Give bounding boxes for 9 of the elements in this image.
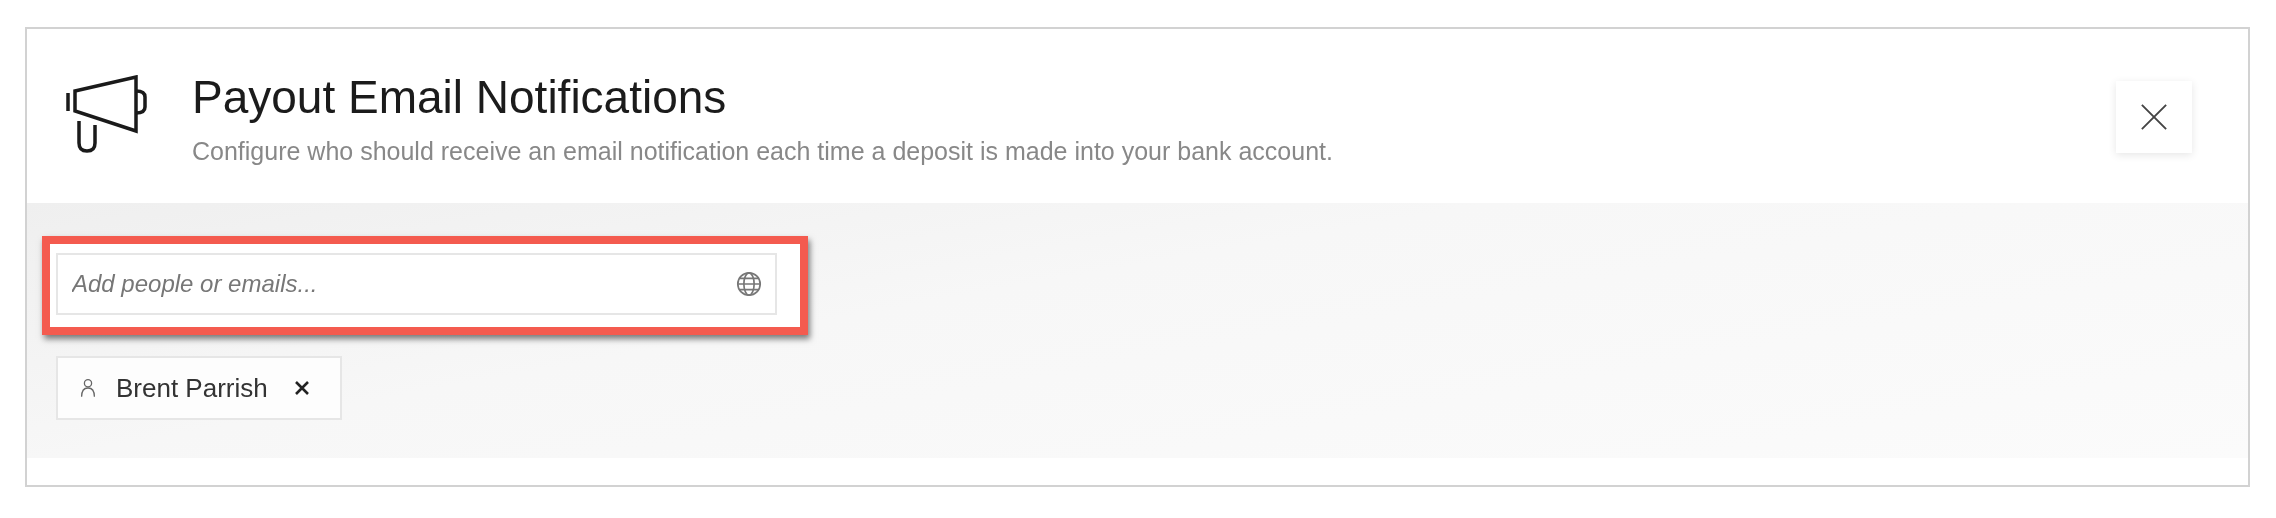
globe-icon: [735, 270, 763, 298]
dialog-title: Payout Email Notifications: [192, 71, 728, 123]
close-icon: [293, 380, 310, 396]
megaphone-icon: [65, 75, 149, 153]
close-icon: [2140, 103, 2168, 131]
person-icon: [80, 378, 96, 398]
dialog-subtitle: Configure who should receive an email notification each time a deposit is made into your bank account.: [192, 137, 1333, 166]
close-button[interactable]: [2116, 81, 2192, 153]
recipient-name: Brent Parrish: [116, 372, 268, 404]
